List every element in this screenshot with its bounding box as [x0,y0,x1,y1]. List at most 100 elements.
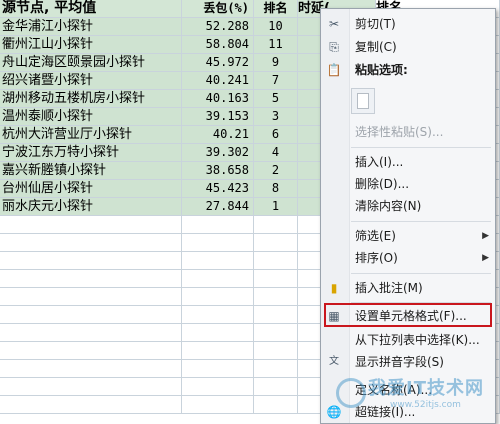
cell-name[interactable]: 温州泰顺小探针 [0,108,182,126]
cell-value[interactable]: 45.423 [182,180,254,198]
cell-empty[interactable] [254,270,298,288]
menu-item-filter[interactable]: 筛选(E) ▶ [321,225,495,247]
menu-item-insert-comment[interactable]: ▮ 插入批注(M) [321,277,495,299]
cell-empty[interactable] [254,396,298,414]
scissors-icon: ✂ [328,17,340,31]
cell-empty[interactable] [182,378,254,396]
menu-item-pick-from-list[interactable]: 从下拉列表中选择(K)... [321,329,495,351]
cell-rank[interactable]: 9 [254,54,298,72]
menu-item-label: 删除(D)... [355,177,410,191]
menu-item-label: 复制(C) [355,40,397,54]
cell-value[interactable]: 45.972 [182,54,254,72]
cell-empty[interactable] [182,342,254,360]
cell-name[interactable]: 湖州移动五楼机房小探针 [0,90,182,108]
cell-value[interactable]: 58.804 [182,36,254,54]
cell-value[interactable]: 39.153 [182,108,254,126]
menu-item-insert[interactable]: 插入(I)... [321,151,495,173]
cell-name[interactable]: 绍兴诸暨小探针 [0,72,182,90]
cell-empty[interactable] [182,396,254,414]
cell-empty[interactable] [0,288,182,306]
cell-rank[interactable]: 6 [254,126,298,144]
cell-value[interactable]: 40.241 [182,72,254,90]
cell-empty[interactable] [254,252,298,270]
header-cell-rank[interactable]: 排名 [254,0,298,18]
cell-name[interactable]: 杭州大浒营业厅小探针 [0,126,182,144]
cell-empty[interactable] [254,360,298,378]
cell-rank[interactable]: 8 [254,180,298,198]
menu-item-label: 清除内容(N) [355,199,422,213]
cell-rank[interactable]: 10 [254,18,298,36]
cell-empty[interactable] [182,252,254,270]
cell-empty[interactable] [0,234,182,252]
context-menu: ✂ 剪切(T) ⎘ 复制(C) 📋 粘贴选项: 选择性粘贴(S)... 插入(I… [320,8,496,424]
menu-item-show-phonetic[interactable]: 文 显示拼音字段(S) [321,351,495,373]
cell-empty[interactable] [254,342,298,360]
cell-empty[interactable] [0,396,182,414]
paste-option-button[interactable] [351,88,375,114]
cell-value[interactable]: 40.163 [182,90,254,108]
cell-value[interactable]: 27.844 [182,198,254,216]
cell-rank[interactable]: 2 [254,162,298,180]
submenu-arrow-icon: ▶ [482,231,489,241]
cell-empty[interactable] [254,324,298,342]
cell-empty[interactable] [0,342,182,360]
menu-item-copy[interactable]: ⎘ 复制(C) [321,36,495,58]
menu-item-label: 粘贴选项: [355,63,408,77]
cell-empty[interactable] [182,288,254,306]
cell-empty[interactable] [254,234,298,252]
header-cell-packet-loss[interactable]: 丢包(%) [182,0,254,18]
cell-empty[interactable] [0,324,182,342]
cell-rank[interactable]: 11 [254,36,298,54]
cell-value[interactable]: 38.658 [182,162,254,180]
cell-empty[interactable] [182,324,254,342]
menu-item-label: 剪切(T) [355,17,396,31]
cell-rank[interactable]: 3 [254,108,298,126]
cell-rank[interactable]: 4 [254,144,298,162]
menu-item-delete[interactable]: 删除(D)... [321,173,495,195]
cell-empty[interactable] [0,252,182,270]
menu-item-paste-options: 📋 粘贴选项: [321,59,495,81]
cell-empty[interactable] [182,234,254,252]
menu-item-label: 排序(O) [355,251,398,265]
cell-name[interactable]: 舟山定海区颐景园小探针 [0,54,182,72]
cell-rank[interactable]: 1 [254,198,298,216]
cell-empty[interactable] [254,378,298,396]
menu-item-cut[interactable]: ✂ 剪切(T) [321,13,495,35]
menu-item-clear-contents[interactable]: 清除内容(N) [321,195,495,217]
cell-value[interactable]: 52.288 [182,18,254,36]
cell-name[interactable]: 丽水庆元小探针 [0,198,182,216]
menu-separator [351,147,491,148]
cell-empty[interactable] [182,270,254,288]
cell-empty[interactable] [0,378,182,396]
menu-item-label: 插入(I)... [355,155,404,169]
cell-empty[interactable] [0,270,182,288]
cell-empty[interactable] [0,306,182,324]
cell-empty[interactable] [254,306,298,324]
cell-rank[interactable]: 7 [254,72,298,90]
cell-value[interactable]: 40.21 [182,126,254,144]
cell-name[interactable]: 嘉兴新塍镇小探针 [0,162,182,180]
menu-item-label: 从下拉列表中选择(K)... [355,333,480,347]
cell-name[interactable]: 宁波江东万特小探针 [0,144,182,162]
cell-empty[interactable] [182,306,254,324]
menu-item-hyperlink[interactable]: 🌐 超链接(I)... [321,401,495,423]
cell-name[interactable]: 金华浦江小探针 [0,18,182,36]
cell-name[interactable]: 台州仙居小探针 [0,180,182,198]
cell-rank[interactable]: 5 [254,90,298,108]
menu-separator [351,221,491,222]
cell-empty[interactable] [254,288,298,306]
cell-name[interactable]: 衢州江山小探针 [0,36,182,54]
menu-item-sort[interactable]: 排序(O) ▶ [321,247,495,269]
paste-icon: 📋 [326,63,342,77]
menu-item-define-name[interactable]: 定义名称(A)... [321,379,495,401]
menu-item-paste-special[interactable]: 选择性粘贴(S)... [321,121,495,143]
menu-separator [351,273,491,274]
cell-empty[interactable] [254,216,298,234]
cell-empty[interactable] [0,216,182,234]
menu-item-label: 选择性粘贴(S)... [355,125,444,139]
cell-empty[interactable] [182,216,254,234]
cell-empty[interactable] [0,360,182,378]
header-cell-name[interactable]: 源节点, 平均值 [0,0,182,18]
cell-empty[interactable] [182,360,254,378]
cell-value[interactable]: 39.302 [182,144,254,162]
